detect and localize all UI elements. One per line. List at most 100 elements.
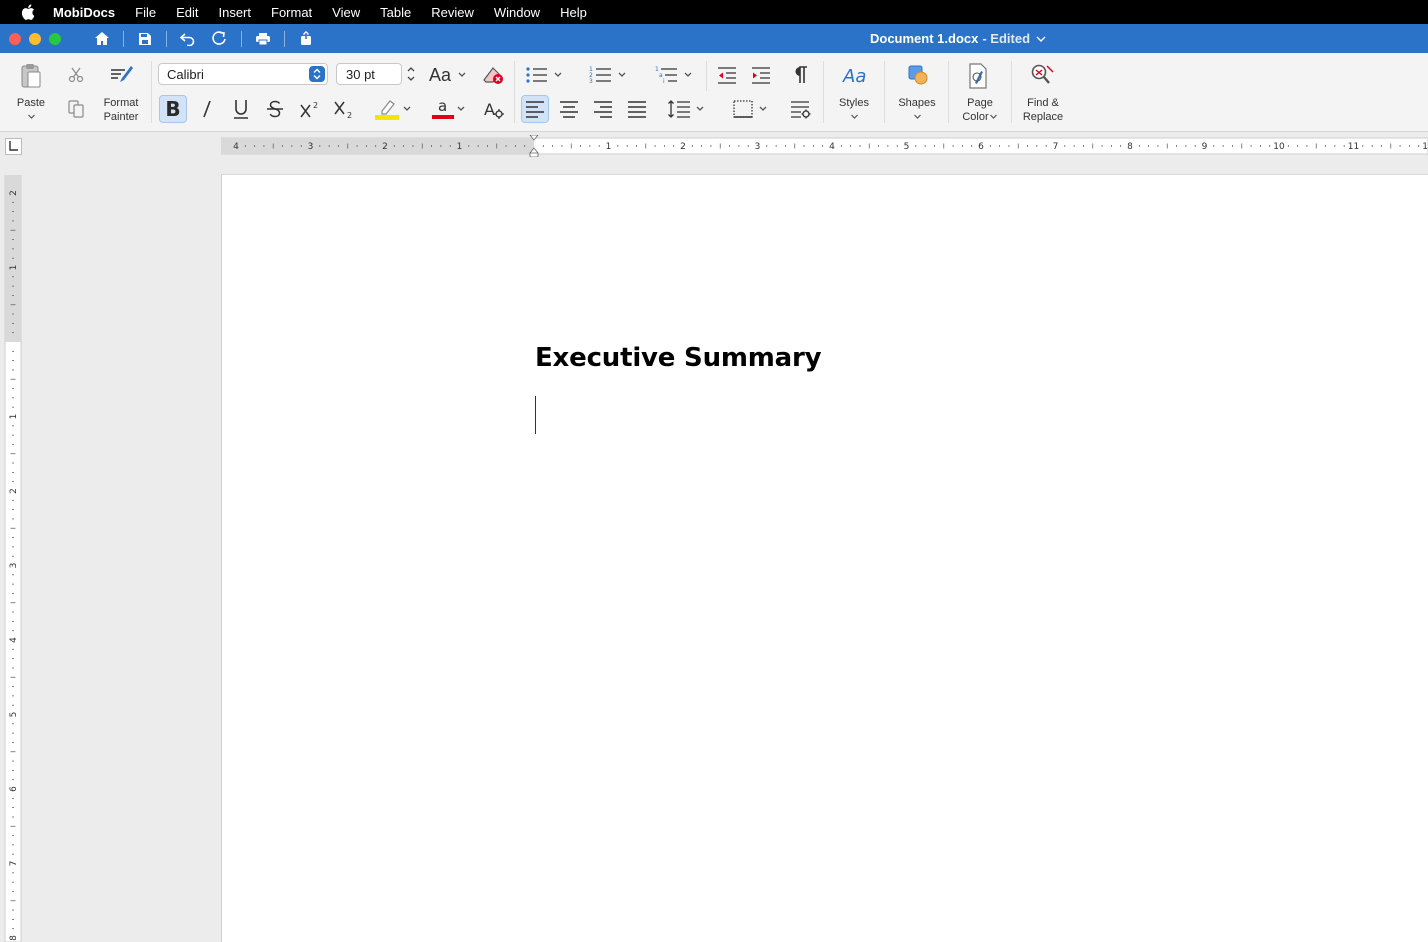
maximize-window-button[interactable] (49, 32, 61, 45)
superscript-button[interactable]: 2 (296, 95, 324, 123)
chevron-down-icon (554, 72, 562, 77)
menu-window[interactable]: Window (484, 5, 550, 20)
justify-button[interactable] (623, 95, 651, 123)
document-page[interactable]: Executive Summary (221, 174, 1428, 942)
chevron-down-icon (1036, 36, 1046, 42)
ruler-tick-label: 2 (9, 190, 19, 196)
menu-insert[interactable]: Insert (208, 5, 261, 20)
document-heading[interactable]: Executive Summary (535, 343, 822, 373)
italic-button[interactable] (194, 95, 220, 123)
underline-button[interactable] (228, 95, 254, 123)
shapes-label: Shapes (898, 97, 936, 109)
chevron-down-icon (27, 114, 35, 119)
svg-text:2: 2 (347, 111, 352, 119)
decrease-indent-icon[interactable] (713, 63, 741, 87)
line-spacing-icon (668, 100, 690, 118)
show-formatting-marks-icon[interactable] (788, 63, 814, 87)
left-tab-icon (5, 138, 22, 155)
styles-icon[interactable]: Aa (838, 61, 870, 89)
subscript-button[interactable]: 2 (330, 95, 358, 123)
copy-icon[interactable] (66, 99, 86, 119)
font-size-stepper[interactable] (404, 63, 418, 85)
multilevel-list-icon: 1ai (655, 66, 677, 85)
menu-edit[interactable]: Edit (166, 5, 208, 20)
ruler-tick-label: 1 (457, 142, 463, 152)
apple-icon[interactable] (17, 4, 39, 20)
line-spacing-button[interactable] (662, 95, 710, 123)
align-left-button[interactable] (521, 95, 549, 123)
bullet-list-button[interactable] (521, 63, 567, 87)
paragraph-settings-icon[interactable] (787, 95, 815, 123)
undo-icon[interactable] (175, 28, 201, 50)
document-margin-area (0, 157, 221, 942)
align-center-button[interactable] (555, 95, 583, 123)
numbered-list-button[interactable]: 123 (585, 63, 631, 87)
chevron-down-icon (989, 114, 997, 119)
menu-table[interactable]: Table (370, 5, 421, 20)
borders-button[interactable] (726, 95, 774, 123)
paste-button[interactable]: Paste (12, 96, 50, 124)
menu-format[interactable]: Format (261, 5, 322, 20)
close-window-button[interactable] (9, 32, 21, 45)
align-center-icon (560, 101, 578, 118)
redo-icon[interactable] (207, 28, 233, 50)
page-color-icon[interactable] (963, 61, 993, 91)
change-case-button[interactable]: Aa (426, 64, 470, 86)
chevron-down-icon (457, 106, 465, 111)
chevron-down-icon (684, 72, 692, 77)
text-cursor (535, 396, 536, 434)
page-color-button[interactable]: Page Color (955, 96, 1005, 124)
font-size-input[interactable]: 30 pt (336, 63, 402, 85)
ribbon-toolbar: Paste Format Painter Calibri 30 pt Aa B … (0, 53, 1428, 132)
toolbar-separator (284, 30, 285, 47)
change-case-label: Aa (428, 64, 452, 85)
find-replace-button[interactable]: Find & Replace (1018, 96, 1068, 124)
home-icon[interactable] (89, 28, 115, 50)
document-title[interactable]: Document 1.docx - Edited (870, 24, 1047, 53)
increase-indent-icon[interactable] (747, 63, 775, 87)
text-effects-icon[interactable]: A (481, 97, 507, 123)
ruler-tick-label: 2 (680, 142, 686, 152)
share-icon[interactable] (293, 28, 319, 50)
clear-formatting-icon[interactable] (480, 63, 506, 87)
align-left-icon (526, 101, 544, 118)
page-color-label-1: Page (967, 97, 993, 109)
font-family-select[interactable]: Calibri (158, 63, 328, 85)
highlight-color-button[interactable] (370, 95, 416, 123)
format-painter-button[interactable]: Format Painter (98, 96, 144, 124)
menu-help[interactable]: Help (550, 5, 597, 20)
strikethrough-button[interactable] (262, 95, 288, 123)
horizontal-ruler[interactable]: 4321123456789101112 (221, 135, 1428, 157)
ruler-tick-label: 4 (9, 637, 19, 643)
menu-view[interactable]: View (322, 5, 370, 20)
ribbon-separator (823, 61, 824, 123)
ribbon-separator (706, 61, 707, 91)
find-replace-icon[interactable] (1027, 61, 1059, 89)
multilevel-list-button[interactable]: 1ai (651, 63, 697, 87)
strikethrough-icon (267, 100, 283, 118)
format-painter-icon[interactable] (107, 61, 135, 89)
font-color-button[interactable]: a (425, 95, 471, 123)
menu-file[interactable]: File (125, 5, 166, 20)
ruler-tick-label: 12 (1422, 142, 1428, 152)
menu-review[interactable]: Review (421, 5, 484, 20)
ruler-tick-label: 5 (9, 712, 19, 718)
tab-stop-selector[interactable] (5, 138, 22, 155)
shapes-button[interactable]: Shapes (894, 96, 940, 124)
cut-icon[interactable] (66, 65, 86, 85)
numbered-list-icon: 123 (589, 66, 611, 85)
styles-button[interactable]: Styles (832, 96, 876, 124)
superscript-icon: 2 (300, 101, 318, 118)
shapes-icon[interactable] (902, 61, 934, 89)
menu-app-name[interactable]: MobiDocs (43, 5, 125, 20)
bold-button[interactable]: B (159, 95, 187, 123)
toolbar-separator (241, 30, 242, 47)
save-icon[interactable] (132, 28, 158, 50)
vertical-ruler[interactable]: 2 1 1 2 3 4 5 6 7 8 (4, 175, 22, 942)
minimize-window-button[interactable] (29, 32, 41, 45)
paste-icon[interactable] (16, 61, 46, 91)
styles-label: Styles (839, 97, 869, 109)
align-right-button[interactable] (589, 95, 617, 123)
ruler-tick-label: 2 (382, 142, 388, 152)
print-icon[interactable] (250, 28, 276, 50)
